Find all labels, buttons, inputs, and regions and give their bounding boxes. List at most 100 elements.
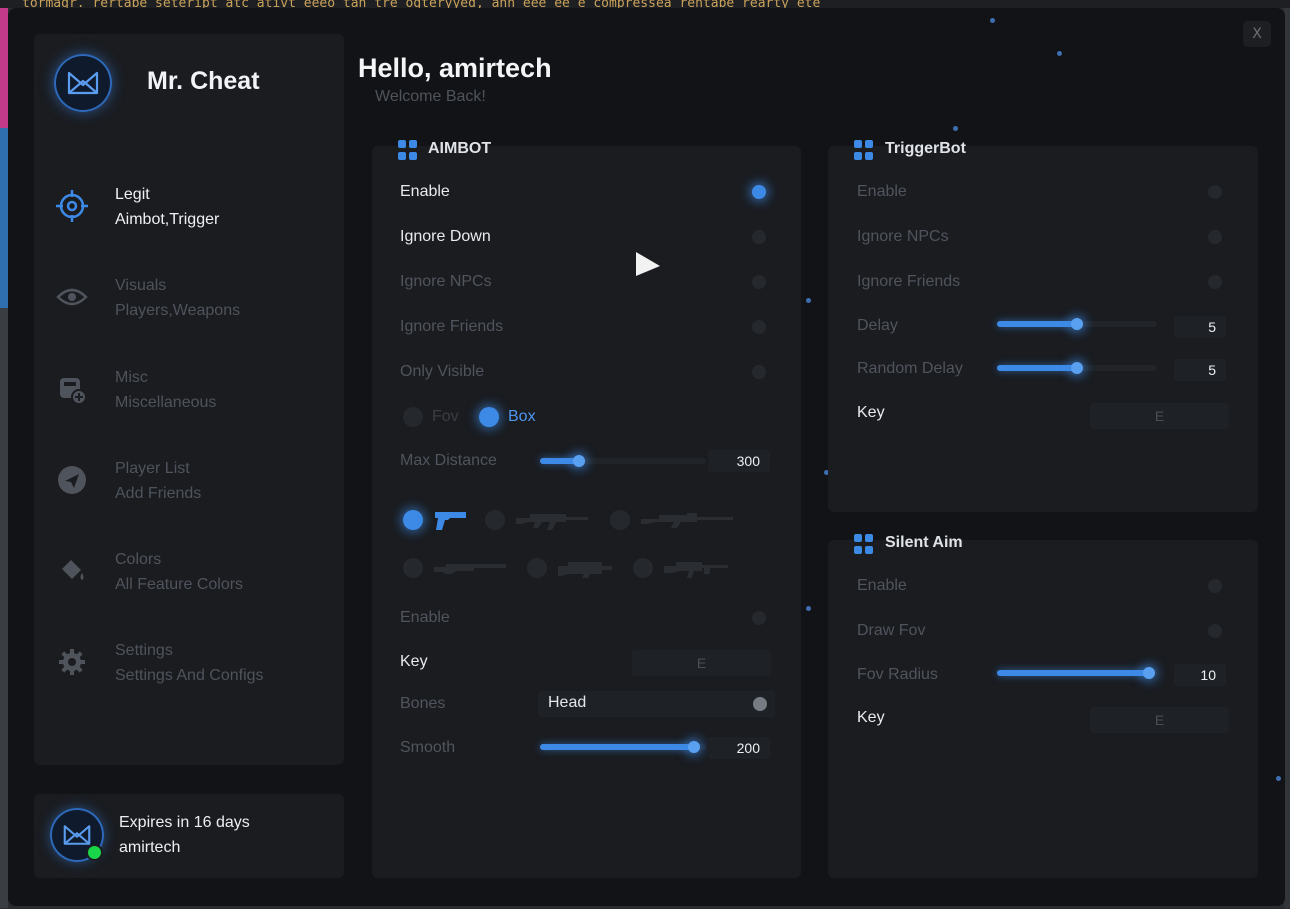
bones-select[interactable]: Head bbox=[538, 691, 775, 717]
sniper-rifle-radio[interactable] bbox=[610, 510, 630, 530]
smg-icon[interactable] bbox=[558, 558, 612, 578]
smooth-slider[interactable] bbox=[540, 741, 706, 753]
grid-icon bbox=[854, 140, 874, 160]
sidebar-item-subtitle: Players,Weapons bbox=[115, 302, 241, 319]
paint-bucket-icon bbox=[54, 553, 90, 589]
sidebar-item-legit[interactable]: Legit Aimbot,Trigger bbox=[54, 178, 324, 238]
particle bbox=[1057, 51, 1062, 56]
slider-fill bbox=[997, 365, 1077, 371]
sidebar-item-subtitle: Aimbot,Trigger bbox=[115, 211, 220, 228]
particle bbox=[806, 606, 811, 611]
triggerbot-enable-toggle[interactable] bbox=[1208, 185, 1222, 199]
background-code-strip: tormagr. rertabe seteript atc ativt eeeo… bbox=[0, 0, 1290, 8]
only-visible-label: Only Visible bbox=[400, 363, 485, 380]
pistol-icon[interactable] bbox=[434, 510, 468, 530]
fov-mode-radio[interactable] bbox=[403, 407, 423, 427]
triggerbot-key-label: Key bbox=[857, 404, 885, 421]
slider-knob[interactable] bbox=[1143, 667, 1155, 679]
silent-aim-enable-label: Enable bbox=[857, 577, 907, 594]
sidebar-item-subtitle: Miscellaneous bbox=[115, 394, 217, 411]
triggerbot-ignore-friends-toggle[interactable] bbox=[1208, 275, 1222, 289]
triggerbot-key-input[interactable]: E bbox=[1090, 403, 1229, 429]
ignore-down-toggle[interactable] bbox=[752, 230, 766, 244]
subscription-expiry: Expires in 16 days bbox=[119, 814, 250, 831]
background-left-edge bbox=[0, 8, 8, 908]
sidebar-item-subtitle: All Feature Colors bbox=[115, 576, 244, 593]
only-visible-toggle[interactable] bbox=[752, 365, 766, 379]
draw-fov-toggle[interactable] bbox=[1208, 624, 1222, 638]
slider-knob[interactable] bbox=[1071, 318, 1083, 330]
triggerbot-enable-label: Enable bbox=[857, 183, 907, 200]
triggerbot-ignore-npcs-label: Ignore NPCs bbox=[857, 228, 949, 245]
slider-fill bbox=[540, 744, 695, 750]
fov-radius-slider[interactable] bbox=[997, 667, 1157, 679]
smooth-value[interactable]: 200 bbox=[708, 737, 770, 759]
slider-fill bbox=[997, 321, 1077, 327]
send-icon bbox=[54, 462, 90, 498]
sidebar-item-title: Misc bbox=[115, 369, 148, 386]
silent-aim-key-input[interactable]: E bbox=[1090, 707, 1229, 733]
assault-rifle-radio[interactable] bbox=[485, 510, 505, 530]
weapon-enable-toggle[interactable] bbox=[752, 611, 766, 625]
silent-aim-key-label: Key bbox=[857, 709, 885, 726]
delay-slider[interactable] bbox=[997, 318, 1157, 330]
max-distance-label: Max Distance bbox=[400, 452, 497, 469]
random-delay-value[interactable]: 5 bbox=[1174, 359, 1226, 381]
lmg-icon[interactable] bbox=[664, 558, 728, 578]
ignore-friends-toggle[interactable] bbox=[752, 320, 766, 334]
silent-aim-title: Silent Aim bbox=[885, 534, 963, 551]
user-card: Expires in 16 days amirtech bbox=[34, 794, 344, 878]
box-mode-label: Box bbox=[508, 408, 536, 425]
random-delay-label: Random Delay bbox=[857, 360, 963, 377]
silent-aim-enable-toggle[interactable] bbox=[1208, 579, 1222, 593]
sidebar-item-title: Visuals bbox=[115, 277, 167, 294]
pistol-radio[interactable] bbox=[403, 510, 423, 530]
sidebar-item-subtitle: Settings And Configs bbox=[115, 667, 264, 684]
ignore-npcs-toggle[interactable] bbox=[752, 275, 766, 289]
lmg-radio[interactable] bbox=[633, 558, 653, 578]
brand-name: Mr. Cheat bbox=[147, 67, 260, 95]
cheat-menu-window: X Mr. Cheat Legit Aimbot,Trigger Visuals… bbox=[8, 8, 1285, 906]
aimbot-key-input[interactable]: E bbox=[632, 650, 771, 676]
shotgun-icon[interactable] bbox=[434, 558, 506, 578]
bones-selected-value: Head bbox=[548, 694, 587, 711]
triggerbot-ignore-npcs-toggle[interactable] bbox=[1208, 230, 1222, 244]
fov-radius-value[interactable]: 10 bbox=[1174, 664, 1226, 686]
sidebar-item-title: Legit bbox=[115, 186, 150, 203]
sidebar-item-title: Player List bbox=[115, 460, 190, 477]
random-delay-slider[interactable] bbox=[997, 362, 1157, 374]
ignore-friends-label: Ignore Friends bbox=[400, 318, 504, 335]
sidebar-item-visuals[interactable]: Visuals Players,Weapons bbox=[54, 269, 324, 329]
smg-radio[interactable] bbox=[527, 558, 547, 578]
delay-label: Delay bbox=[857, 317, 898, 334]
page-title: Hello, amirtech bbox=[358, 53, 552, 83]
sidebar-item-title: Settings bbox=[115, 642, 173, 659]
slider-knob[interactable] bbox=[1071, 362, 1083, 374]
box-mode-radio[interactable] bbox=[479, 407, 499, 427]
delay-value[interactable]: 5 bbox=[1174, 316, 1226, 338]
welcome-text: Welcome Back! bbox=[375, 88, 486, 105]
sidebar-item-subtitle: Add Friends bbox=[115, 485, 202, 502]
max-distance-slider[interactable] bbox=[540, 455, 706, 467]
sidebar-item-player-list[interactable]: Player List Add Friends bbox=[54, 452, 324, 512]
max-distance-value[interactable]: 300 bbox=[708, 450, 770, 472]
sidebar-item-misc[interactable]: Misc Miscellaneous bbox=[54, 361, 324, 421]
triggerbot-ignore-friends-label: Ignore Friends bbox=[857, 273, 961, 290]
smooth-label: Smooth bbox=[400, 739, 456, 756]
particle bbox=[953, 126, 958, 131]
sidebar-item-colors[interactable]: Colors All Feature Colors bbox=[54, 543, 324, 603]
slider-knob[interactable] bbox=[573, 455, 585, 467]
aimbot-key-label: Key bbox=[400, 653, 428, 670]
sidebar-item-settings[interactable]: Settings Settings And Configs bbox=[54, 634, 324, 694]
sniper-rifle-icon[interactable] bbox=[641, 510, 733, 530]
gear-icon bbox=[54, 644, 90, 680]
assault-rifle-icon[interactable] bbox=[516, 510, 588, 530]
fov-mode-label: Fov bbox=[432, 408, 459, 425]
close-button[interactable]: X bbox=[1243, 21, 1271, 47]
sidebar-item-title: Colors bbox=[115, 551, 162, 568]
aimbot-enable-toggle[interactable] bbox=[752, 185, 766, 199]
shotgun-radio[interactable] bbox=[403, 558, 423, 578]
crosshair-icon bbox=[54, 188, 90, 224]
aimbot-enable-label: Enable bbox=[400, 183, 450, 200]
slider-knob[interactable] bbox=[688, 741, 700, 753]
